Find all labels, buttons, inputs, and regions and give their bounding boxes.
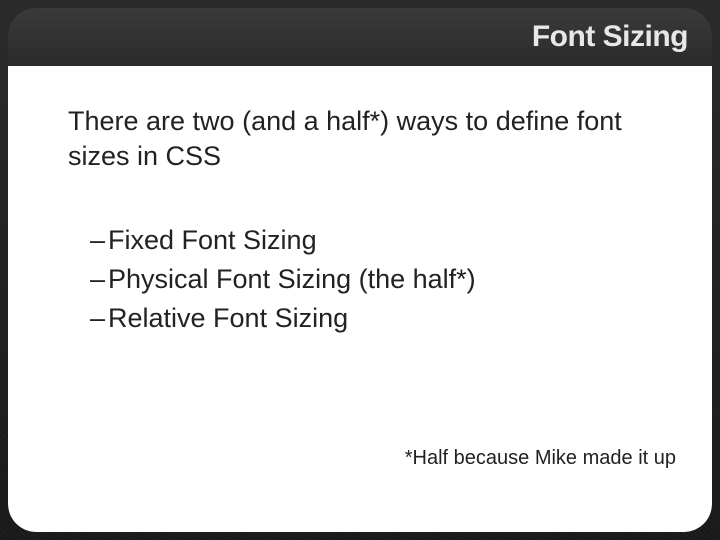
list-item: Physical Font Sizing (the half*) (90, 260, 664, 299)
intro-text: There are two (and a half*) ways to defi… (68, 104, 664, 173)
bullet-list: Fixed Font Sizing Physical Font Sizing (… (68, 221, 664, 338)
list-item: Fixed Font Sizing (90, 221, 664, 260)
footnote: *Half because Mike made it up (405, 447, 676, 470)
slide-stage: Font Sizing There are two (and a half*) … (8, 8, 712, 532)
list-item: Relative Font Sizing (90, 299, 664, 338)
slide-title: Font Sizing (532, 20, 688, 54)
title-bar: Font Sizing (8, 8, 712, 66)
slide-content: There are two (and a half*) ways to defi… (8, 66, 712, 532)
